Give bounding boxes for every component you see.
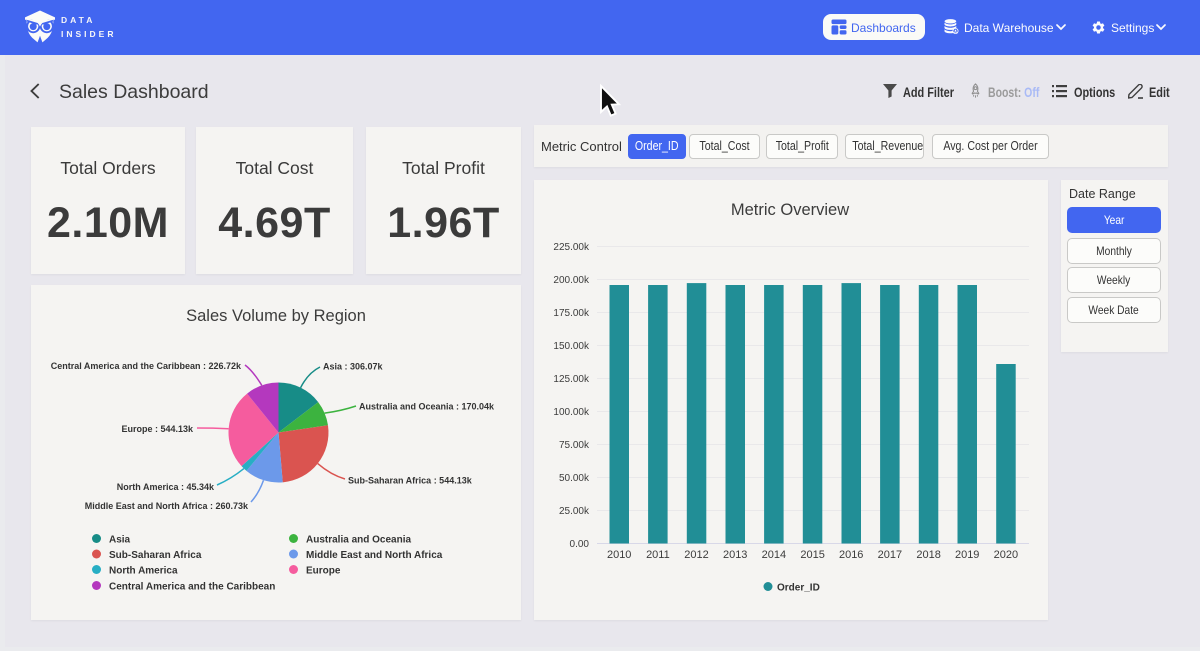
svg-text:50.00k: 50.00k xyxy=(559,473,590,484)
svg-text:Metric Overview: Metric Overview xyxy=(731,201,849,219)
svg-text:2018: 2018 xyxy=(916,549,940,561)
svg-text:2010: 2010 xyxy=(607,549,631,561)
svg-text:75.00k: 75.00k xyxy=(559,440,590,451)
svg-text:Order_ID: Order_ID xyxy=(777,583,820,594)
svg-text:100.00k: 100.00k xyxy=(553,407,590,418)
svg-text:North America: North America xyxy=(109,566,178,577)
svg-text:175.00k: 175.00k xyxy=(553,308,590,319)
svg-text:Asia: Asia xyxy=(109,535,131,546)
svg-text:North America : 45.34k: North America : 45.34k xyxy=(117,482,215,492)
svg-text:2016: 2016 xyxy=(839,549,863,561)
svg-text:225.00k: 225.00k xyxy=(553,242,590,253)
svg-text:2019: 2019 xyxy=(955,549,979,561)
svg-text:Europe : 544.13k: Europe : 544.13k xyxy=(121,424,194,434)
svg-text:Australia and Oceania: Australia and Oceania xyxy=(306,535,411,546)
svg-text:25.00k: 25.00k xyxy=(559,506,590,517)
svg-text:2015: 2015 xyxy=(800,549,824,561)
svg-text:Europe: Europe xyxy=(306,566,341,577)
svg-text:2014: 2014 xyxy=(762,549,786,561)
svg-text:Middle East and North Africa :: Middle East and North Africa : 260.73k xyxy=(85,501,249,511)
svg-text:125.00k: 125.00k xyxy=(553,374,590,385)
svg-text:2011: 2011 xyxy=(646,549,670,561)
svg-text:Central America and the Caribb: Central America and the Caribbean xyxy=(109,582,275,593)
svg-text:Sales Volume by Region: Sales Volume by Region xyxy=(186,307,366,325)
svg-text:Sub-Saharan Africa : 544.13k: Sub-Saharan Africa : 544.13k xyxy=(348,476,473,486)
svg-text:Australia and Oceania : 170.04: Australia and Oceania : 170.04k xyxy=(359,402,495,412)
svg-text:150.00k: 150.00k xyxy=(553,341,590,352)
svg-text:2020: 2020 xyxy=(994,549,1018,561)
svg-text:Central America and the Caribb: Central America and the Caribbean : 226.… xyxy=(51,361,242,371)
svg-text:0.00: 0.00 xyxy=(570,539,590,550)
svg-text:Middle East and North Africa: Middle East and North Africa xyxy=(306,550,443,561)
svg-text:Sub-Saharan Africa: Sub-Saharan Africa xyxy=(109,550,202,561)
svg-text:2013: 2013 xyxy=(723,549,747,561)
svg-text:2012: 2012 xyxy=(684,549,708,561)
svg-text:200.00k: 200.00k xyxy=(553,275,590,286)
svg-text:2017: 2017 xyxy=(878,549,902,561)
svg-text:Asia : 306.07k: Asia : 306.07k xyxy=(323,362,384,372)
